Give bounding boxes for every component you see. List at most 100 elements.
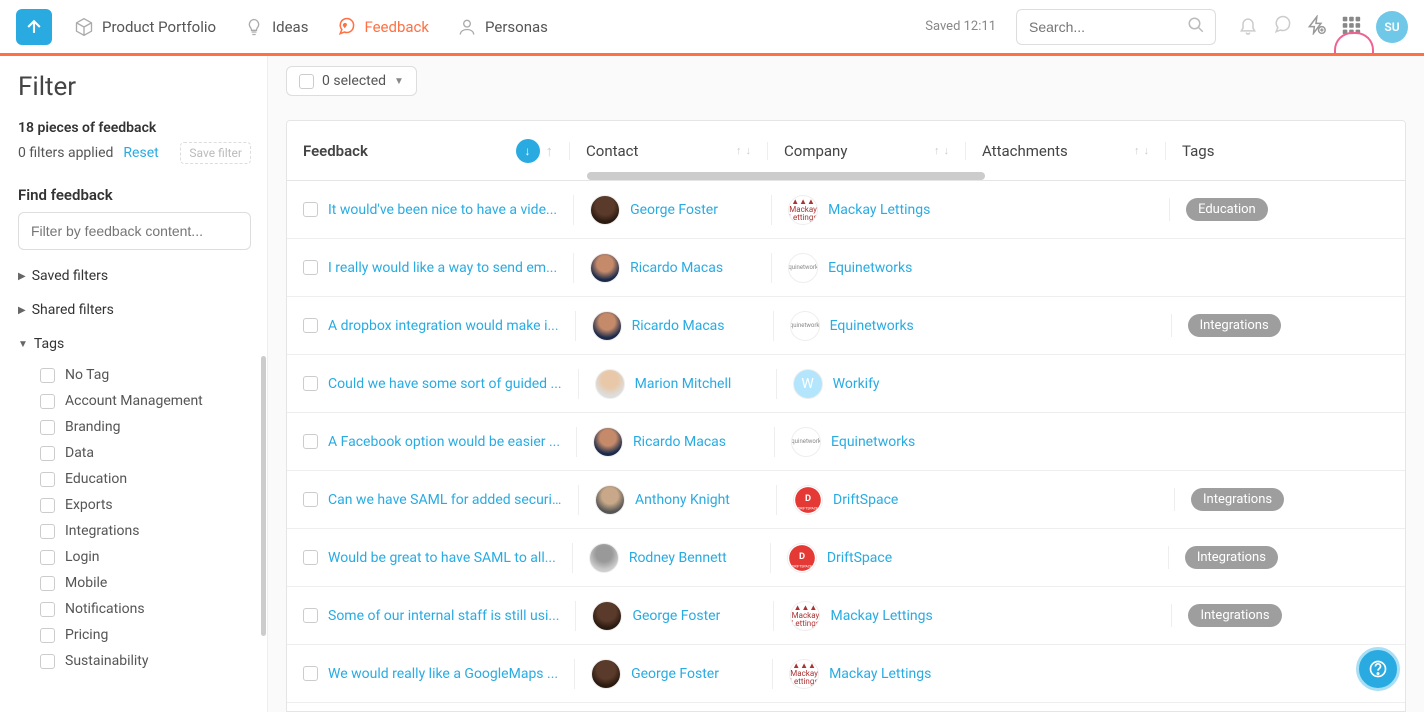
- company-link[interactable]: Mackay Lettings: [829, 666, 931, 682]
- feedback-link[interactable]: A dropbox integration would make i...: [328, 318, 559, 334]
- feedback-link[interactable]: A Facebook option would be easier ...: [328, 434, 560, 450]
- selection-dropdown[interactable]: 0 selected ▼: [286, 66, 417, 96]
- sidebar-scrollbar[interactable]: [261, 356, 266, 636]
- tag-filter-account-management[interactable]: Account Management: [18, 388, 251, 414]
- sort-desc-icon[interactable]: ↓: [746, 144, 752, 157]
- tag-filter-pricing[interactable]: Pricing: [18, 622, 251, 648]
- company-link[interactable]: Equinetworks: [831, 434, 915, 450]
- nav-feedback[interactable]: Feedback: [322, 9, 443, 45]
- bell-icon[interactable]: [1238, 15, 1258, 39]
- tag-pill[interactable]: Integrations: [1191, 488, 1284, 511]
- tag-pill[interactable]: Education: [1186, 198, 1268, 221]
- tag-filter-branding[interactable]: Branding: [18, 414, 251, 440]
- nav-ideas[interactable]: Ideas: [230, 9, 322, 45]
- company-link[interactable]: DriftSpace: [827, 550, 892, 566]
- tag-pill[interactable]: Integrations: [1185, 546, 1278, 569]
- feedback-link[interactable]: Some of our internal staff is still usi.…: [328, 608, 559, 624]
- contact-link[interactable]: Ricardo Macas: [630, 260, 723, 276]
- checkbox[interactable]: [40, 628, 55, 643]
- save-filter-button[interactable]: Save filter: [180, 142, 251, 164]
- tag-filter-integrations[interactable]: Integrations: [18, 518, 251, 544]
- checkbox[interactable]: [40, 654, 55, 669]
- checkbox[interactable]: [40, 550, 55, 565]
- app-logo[interactable]: [16, 9, 52, 45]
- feedback-link[interactable]: We would really like a GoogleMaps ...: [328, 666, 558, 682]
- contact-link[interactable]: George Foster: [632, 608, 720, 624]
- filter-content-input[interactable]: [18, 212, 251, 250]
- row-checkbox[interactable]: [303, 202, 318, 217]
- row-checkbox[interactable]: [303, 434, 318, 449]
- shared-filters-toggle[interactable]: ▶Shared filters: [18, 302, 251, 318]
- feedback-link[interactable]: Would be great to have SAML to all...: [328, 550, 556, 566]
- col-tags[interactable]: Tags: [1182, 142, 1214, 160]
- contact-link[interactable]: Ricardo Macas: [633, 434, 726, 450]
- checkbox[interactable]: [40, 420, 55, 435]
- tag-filter-notifications[interactable]: Notifications: [18, 596, 251, 622]
- sort-asc-icon[interactable]: ↑: [546, 142, 554, 160]
- sort-desc-icon[interactable]: ↓: [1144, 144, 1150, 157]
- row-checkbox[interactable]: [303, 318, 318, 333]
- feedback-link[interactable]: It would've been nice to have a vide...: [328, 202, 557, 218]
- contact-link[interactable]: Anthony Knight: [635, 492, 730, 508]
- contact-link[interactable]: George Foster: [630, 202, 718, 218]
- tag-pill[interactable]: Integrations: [1188, 314, 1281, 337]
- search-input[interactable]: [1029, 19, 1175, 35]
- col-feedback[interactable]: Feedback: [303, 142, 368, 160]
- tag-filter-education[interactable]: Education: [18, 466, 251, 492]
- contact-link[interactable]: Rodney Bennett: [629, 550, 727, 566]
- col-company[interactable]: Company: [784, 142, 847, 160]
- tags-toggle[interactable]: ▼Tags: [18, 336, 251, 352]
- checkbox[interactable]: [40, 394, 55, 409]
- checkbox[interactable]: [40, 524, 55, 539]
- search-box[interactable]: [1016, 9, 1216, 45]
- chat-icon[interactable]: [1272, 15, 1292, 39]
- tag-pill[interactable]: Integrations: [1188, 604, 1281, 627]
- tag-filter-mobile[interactable]: Mobile: [18, 570, 251, 596]
- company-link[interactable]: DriftSpace: [833, 492, 898, 508]
- tag-filter-sustainability[interactable]: Sustainability: [18, 648, 251, 674]
- sort-asc-icon[interactable]: ↑: [736, 144, 742, 157]
- nav-product-portfolio[interactable]: Product Portfolio: [60, 9, 230, 45]
- horizontal-scrollbar[interactable]: [587, 172, 985, 180]
- feedback-link[interactable]: I really would like a way to send em...: [328, 260, 557, 276]
- checkbox[interactable]: [40, 368, 55, 383]
- company-link[interactable]: Workify: [833, 376, 880, 392]
- apps-grid-icon[interactable]: [1340, 14, 1362, 40]
- col-contact[interactable]: Contact: [586, 142, 638, 160]
- company-link[interactable]: Mackay Lettings: [828, 202, 930, 218]
- tag-filter-login[interactable]: Login: [18, 544, 251, 570]
- checkbox[interactable]: [40, 498, 55, 513]
- col-attachments[interactable]: Attachments: [982, 142, 1068, 160]
- checkbox[interactable]: [40, 576, 55, 591]
- row-checkbox[interactable]: [303, 666, 318, 681]
- checkbox[interactable]: [40, 446, 55, 461]
- checkbox[interactable]: [40, 602, 55, 617]
- contact-link[interactable]: Ricardo Macas: [632, 318, 725, 334]
- feedback-link[interactable]: Could we have some sort of guided ...: [328, 376, 562, 392]
- checkbox[interactable]: [40, 472, 55, 487]
- tag-filter-data[interactable]: Data: [18, 440, 251, 466]
- sort-asc-icon[interactable]: ↑: [934, 144, 940, 157]
- company-link[interactable]: Equinetworks: [828, 260, 912, 276]
- row-checkbox[interactable]: [303, 260, 318, 275]
- company-link[interactable]: Mackay Lettings: [830, 608, 932, 624]
- sort-asc-icon[interactable]: ↑: [1134, 144, 1140, 157]
- row-checkbox[interactable]: [303, 492, 318, 507]
- contact-link[interactable]: George Foster: [631, 666, 719, 682]
- saved-filters-toggle[interactable]: ▶Saved filters: [18, 268, 251, 284]
- reset-link[interactable]: Reset: [123, 145, 158, 161]
- sort-desc-icon[interactable]: ↓: [516, 139, 540, 163]
- lightning-plus-icon[interactable]: [1306, 15, 1326, 39]
- row-checkbox[interactable]: [303, 608, 318, 623]
- company-link[interactable]: Equinetworks: [830, 318, 914, 334]
- contact-link[interactable]: Marion Mitchell: [635, 376, 732, 392]
- tag-filter-no-tag[interactable]: No Tag: [18, 362, 251, 388]
- tag-filter-exports[interactable]: Exports: [18, 492, 251, 518]
- help-button[interactable]: [1356, 647, 1400, 691]
- select-all-checkbox[interactable]: [299, 74, 314, 89]
- row-checkbox[interactable]: [303, 376, 318, 391]
- nav-personas[interactable]: Personas: [443, 9, 562, 45]
- search-icon[interactable]: [1187, 16, 1205, 38]
- sort-desc-icon[interactable]: ↓: [944, 144, 950, 157]
- user-avatar[interactable]: SU: [1376, 11, 1408, 43]
